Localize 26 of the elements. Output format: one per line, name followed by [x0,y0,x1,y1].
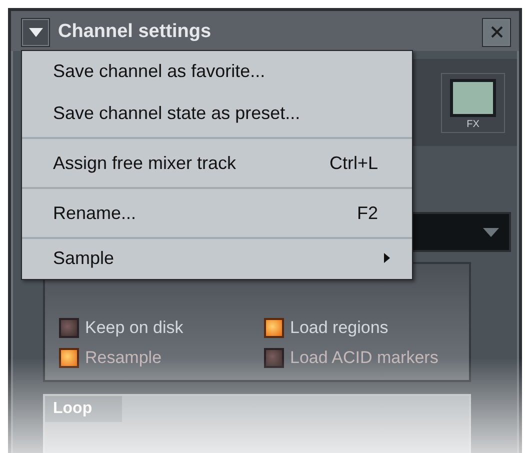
close-button[interactable] [482,18,511,46]
fx-slot[interactable]: FX [441,72,505,132]
option-label: Load ACID markers [290,348,438,368]
menu-item[interactable]: Rename... F2 [22,189,412,239]
shortcut-label: Ctrl+L [329,152,378,174]
triangle-down-icon [28,28,42,36]
fx-label: FX [466,118,480,130]
checkbox[interactable] [59,348,79,368]
submenu-arrow-icon [384,253,390,263]
menu-item[interactable]: Assign free mixer track Ctrl+L [22,139,412,189]
group-title: Loop [45,396,122,422]
close-icon [490,25,504,39]
menu-item[interactable]: Save channel state as preset... [22,89,412,139]
caret-icon [483,228,499,236]
shortcut-label: F2 [356,202,378,224]
window-title: Channel settings [58,21,212,43]
option-label: Load regions [290,318,388,338]
checkbox[interactable] [59,318,79,338]
lcd-display-icon [450,78,496,116]
menu-item[interactable]: Sample [22,239,412,277]
checkbox[interactable] [264,318,284,338]
checkbox[interactable] [264,348,284,368]
menu-item[interactable]: Save channel as favorite... [22,53,412,89]
option-label: Resample [85,348,162,368]
menu-dropdown-button[interactable] [21,18,50,46]
option-label: Keep on disk [85,318,184,338]
